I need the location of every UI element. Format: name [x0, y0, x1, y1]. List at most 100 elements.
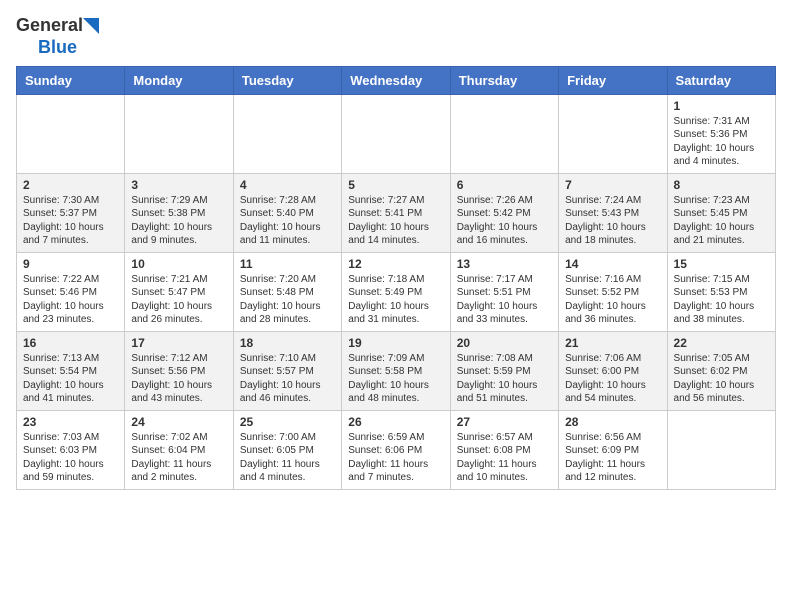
calendar-cell — [17, 94, 125, 173]
day-of-week-header: Wednesday — [342, 66, 450, 94]
day-info: Sunrise: 6:57 AM Sunset: 6:08 PM Dayligh… — [457, 431, 552, 485]
calendar-cell: 21 Sunrise: 7:06 AM Sunset: 6:00 PM Dayli… — [559, 331, 667, 410]
calendar-week-row: 9 Sunrise: 7:22 AM Sunset: 5:46 PM Daylig… — [17, 252, 776, 331]
day-info: Sunrise: 7:12 AM Sunset: 5:56 PM Dayligh… — [131, 352, 226, 406]
calendar-cell: 23 Sunrise: 7:03 AM Sunset: 6:03 PM Dayli… — [17, 410, 125, 489]
day-info: Sunrise: 7:28 AM Sunset: 5:40 PM Dayligh… — [240, 194, 335, 248]
calendar-cell: 12 Sunrise: 7:18 AM Sunset: 5:49 PM Dayli… — [342, 252, 450, 331]
day-number: 21 — [565, 336, 660, 350]
day-number: 14 — [565, 257, 660, 271]
calendar-week-row: 16Sunrise: 7:13 AM Sunset: 5:54 PM Dayli… — [17, 331, 776, 410]
day-number: 7 — [565, 178, 660, 192]
day-number: 26 — [348, 415, 443, 429]
calendar-cell: 11 Sunrise: 7:20 AM Sunset: 5:48 PM Dayli… — [233, 252, 341, 331]
day-number: 5 — [348, 178, 443, 192]
day-info: Sunrise: 6:56 AM Sunset: 6:09 PM Dayligh… — [565, 431, 660, 485]
day-info: Sunrise: 7:16 AM Sunset: 5:52 PM Dayligh… — [565, 273, 660, 327]
calendar-cell: 16Sunrise: 7:13 AM Sunset: 5:54 PM Dayli… — [17, 331, 125, 410]
calendar-cell: 10 Sunrise: 7:21 AM Sunset: 5:47 PM Dayli… — [125, 252, 233, 331]
calendar-cell: 20 Sunrise: 7:08 AM Sunset: 5:59 PM Dayli… — [450, 331, 558, 410]
day-info: Sunrise: 7:17 AM Sunset: 5:51 PM Dayligh… — [457, 273, 552, 327]
day-info: Sunrise: 6:59 AM Sunset: 6:06 PM Dayligh… — [348, 431, 443, 485]
day-number: 1 — [674, 99, 769, 113]
calendar-cell: 19 Sunrise: 7:09 AM Sunset: 5:58 PM Dayli… — [342, 331, 450, 410]
calendar-cell — [342, 94, 450, 173]
calendar-cell: 17 Sunrise: 7:12 AM Sunset: 5:56 PM Dayli… — [125, 331, 233, 410]
calendar-cell: 1 Sunrise: 7:31 AM Sunset: 5:36 PM Daylig… — [667, 94, 775, 173]
day-number: 18 — [240, 336, 335, 350]
calendar-cell: 4 Sunrise: 7:28 AM Sunset: 5:40 PM Daylig… — [233, 173, 341, 252]
day-info: Sunrise: 7:21 AM Sunset: 5:47 PM Dayligh… — [131, 273, 226, 327]
calendar-cell — [559, 94, 667, 173]
day-number: 11 — [240, 257, 335, 271]
day-info: Sunrise: 7:24 AM Sunset: 5:43 PM Dayligh… — [565, 194, 660, 248]
day-number: 4 — [240, 178, 335, 192]
calendar-cell: 25 Sunrise: 7:00 AM Sunset: 6:05 PM Dayli… — [233, 410, 341, 489]
calendar-cell: 13 Sunrise: 7:17 AM Sunset: 5:51 PM Dayli… — [450, 252, 558, 331]
day-info: Sunrise: 7:15 AM Sunset: 5:53 PM Dayligh… — [674, 273, 769, 327]
day-number: 20 — [457, 336, 552, 350]
calendar-cell: 9 Sunrise: 7:22 AM Sunset: 5:46 PM Daylig… — [17, 252, 125, 331]
day-number: 25 — [240, 415, 335, 429]
day-number: 10 — [131, 257, 226, 271]
calendar-cell: 14 Sunrise: 7:16 AM Sunset: 5:52 PM Dayli… — [559, 252, 667, 331]
day-info: Sunrise: 7:10 AM Sunset: 5:57 PM Dayligh… — [240, 352, 335, 406]
day-of-week-header: Tuesday — [233, 66, 341, 94]
day-info: Sunrise: 7:26 AM Sunset: 5:42 PM Dayligh… — [457, 194, 552, 248]
day-info: Sunrise: 7:30 AM Sunset: 5:37 PM Dayligh… — [23, 194, 118, 248]
calendar-cell: 22 Sunrise: 7:05 AM Sunset: 6:02 PM Dayli… — [667, 331, 775, 410]
calendar-cell: 18 Sunrise: 7:10 AM Sunset: 5:57 PM Dayli… — [233, 331, 341, 410]
calendar-cell: 2 Sunrise: 7:30 AM Sunset: 5:37 PM Daylig… — [17, 173, 125, 252]
calendar-cell: 15 Sunrise: 7:15 AM Sunset: 5:53 PM Dayli… — [667, 252, 775, 331]
day-info: Sunrise: 7:20 AM Sunset: 5:48 PM Dayligh… — [240, 273, 335, 327]
logo: GeneralBlue — [16, 16, 99, 58]
day-info: Sunrise: 7:13 AM Sunset: 5:54 PM Dayligh… — [23, 352, 118, 406]
day-of-week-header: Saturday — [667, 66, 775, 94]
calendar-cell — [667, 410, 775, 489]
day-info: Sunrise: 7:31 AM Sunset: 5:36 PM Dayligh… — [674, 115, 769, 169]
calendar-header-row: SundayMondayTuesdayWednesdayThursdayFrid… — [17, 66, 776, 94]
calendar-cell: 8Sunrise: 7:23 AM Sunset: 5:45 PM Daylig… — [667, 173, 775, 252]
day-info: Sunrise: 7:09 AM Sunset: 5:58 PM Dayligh… — [348, 352, 443, 406]
calendar-cell: 27 Sunrise: 6:57 AM Sunset: 6:08 PM Dayli… — [450, 410, 558, 489]
day-info: Sunrise: 7:18 AM Sunset: 5:49 PM Dayligh… — [348, 273, 443, 327]
logo-blue: Blue — [38, 37, 77, 57]
calendar-cell — [450, 94, 558, 173]
calendar-cell: 6 Sunrise: 7:26 AM Sunset: 5:42 PM Daylig… — [450, 173, 558, 252]
day-number: 28 — [565, 415, 660, 429]
calendar-cell — [233, 94, 341, 173]
day-number: 23 — [23, 415, 118, 429]
day-number: 12 — [348, 257, 443, 271]
day-of-week-header: Sunday — [17, 66, 125, 94]
day-info: Sunrise: 7:27 AM Sunset: 5:41 PM Dayligh… — [348, 194, 443, 248]
day-info: Sunrise: 7:00 AM Sunset: 6:05 PM Dayligh… — [240, 431, 335, 485]
day-of-week-header: Monday — [125, 66, 233, 94]
page-header: GeneralBlue — [16, 16, 776, 58]
calendar-table: SundayMondayTuesdayWednesdayThursdayFrid… — [16, 66, 776, 490]
calendar-cell: 28 Sunrise: 6:56 AM Sunset: 6:09 PM Dayli… — [559, 410, 667, 489]
calendar-cell: 26 Sunrise: 6:59 AM Sunset: 6:06 PM Dayli… — [342, 410, 450, 489]
day-number: 24 — [131, 415, 226, 429]
day-number: 15 — [674, 257, 769, 271]
day-info: Sunrise: 7:22 AM Sunset: 5:46 PM Dayligh… — [23, 273, 118, 327]
day-number: 3 — [131, 178, 226, 192]
calendar-cell: 24 Sunrise: 7:02 AM Sunset: 6:04 PM Dayli… — [125, 410, 233, 489]
day-number: 19 — [348, 336, 443, 350]
day-number: 2 — [23, 178, 118, 192]
day-info: Sunrise: 7:23 AM Sunset: 5:45 PM Dayligh… — [674, 194, 769, 248]
day-info: Sunrise: 7:02 AM Sunset: 6:04 PM Dayligh… — [131, 431, 226, 485]
day-number: 13 — [457, 257, 552, 271]
day-info: Sunrise: 7:08 AM Sunset: 5:59 PM Dayligh… — [457, 352, 552, 406]
day-number: 17 — [131, 336, 226, 350]
day-info: Sunrise: 7:03 AM Sunset: 6:03 PM Dayligh… — [23, 431, 118, 485]
day-number: 22 — [674, 336, 769, 350]
calendar-week-row: 2 Sunrise: 7:30 AM Sunset: 5:37 PM Daylig… — [17, 173, 776, 252]
logo-general: General — [16, 16, 83, 36]
calendar-week-row: 23 Sunrise: 7:03 AM Sunset: 6:03 PM Dayli… — [17, 410, 776, 489]
day-number: 27 — [457, 415, 552, 429]
day-info: Sunrise: 7:05 AM Sunset: 6:02 PM Dayligh… — [674, 352, 769, 406]
day-number: 9 — [23, 257, 118, 271]
day-info: Sunrise: 7:06 AM Sunset: 6:00 PM Dayligh… — [565, 352, 660, 406]
day-of-week-header: Thursday — [450, 66, 558, 94]
day-number: 6 — [457, 178, 552, 192]
